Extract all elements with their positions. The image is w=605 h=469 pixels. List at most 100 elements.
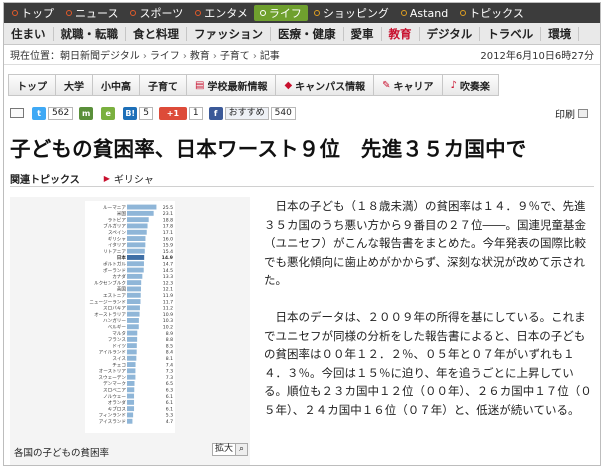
chart-category-label: アイスランド (99, 419, 126, 425)
global-nav-item[interactable]: ニュース (60, 5, 124, 21)
section-tab[interactable]: トップ (8, 74, 56, 96)
chart-category-label: スロベニア (103, 388, 126, 394)
breadcrumb-item[interactable]: ライフ (150, 51, 180, 62)
chart-value-label: 17.1 (163, 230, 173, 236)
sub-nav-item[interactable]: 医療・健康 (271, 26, 344, 41)
sub-nav-item[interactable]: 教育 (382, 26, 420, 41)
related-topics: 関連トピックス ▶ ギリシャ (10, 170, 594, 187)
chart-bar (127, 374, 136, 380)
twitter-button[interactable]: t 562 (32, 106, 74, 120)
section-tab[interactable]: ✎ キャリア (374, 74, 443, 96)
section-tabs: トップ 大学 小中高 子育て ▤ 学校最新情報 ◆ キャンパス情報 ✎ キャリア ♪ 吹奏楽 (4, 74, 600, 96)
hatena-button[interactable]: B! 5 (123, 106, 153, 120)
chart-value-label: 4.7 (166, 419, 173, 425)
chevron-right-icon: › (212, 51, 217, 62)
global-nav-item[interactable]: スポーツ (124, 5, 189, 21)
chart-value-label: 10.3 (163, 318, 173, 324)
section-tab-label: 吹奏楽 (459, 81, 490, 93)
global-nav-item[interactable]: トピックス (454, 5, 530, 21)
sub-nav-item[interactable]: 住まい (4, 26, 54, 41)
chart-bar (127, 305, 140, 311)
facebook-recommend-button[interactable]: f おすすめ 540 (208, 106, 296, 120)
sub-nav-item[interactable]: デジタル (420, 26, 481, 41)
chart-bar (127, 336, 138, 342)
chart-value-label: 8.1 (166, 356, 173, 362)
section-tab[interactable]: ♪ 吹奏楽 (442, 74, 499, 96)
circle-bullet-icon (130, 10, 137, 16)
print-button[interactable]: 印刷 (555, 106, 588, 121)
chart-value-label: 12.3 (163, 280, 173, 286)
gplus-icon: +1 (158, 106, 187, 120)
circle-bullet-icon (195, 10, 202, 16)
article-body: ルーマニア 25.5 米国 23.1 ラトビア 18.8 ブルガリア 17.8 スペイン 17.1… (4, 197, 600, 465)
chart-category-label: マルタ (112, 330, 126, 337)
chart-bar (127, 242, 146, 248)
chart-value-label: 6.1 (166, 406, 173, 412)
global-nav-item[interactable]: ライフ (253, 5, 308, 21)
chart-value-label: 5.3 (166, 413, 173, 419)
breadcrumb-item[interactable]: 朝日新聞デジタル (60, 51, 140, 62)
chart-category-label: デンマーク (103, 380, 126, 387)
chart-category-label: ブルガリア (103, 223, 126, 230)
chart-category-label: チェコ (112, 362, 126, 368)
sub-nav-item[interactable]: 環境 (541, 26, 580, 41)
section-tab-label: 学校最新情報 (207, 81, 268, 93)
section-tab-label: トップ (17, 81, 47, 93)
sub-nav-item[interactable]: 就職・転職 (54, 26, 126, 41)
mixi-button[interactable]: m (79, 106, 95, 120)
related-topic-link[interactable]: ギリシャ (114, 171, 154, 186)
breadcrumb-item[interactable]: 教育 (190, 51, 210, 62)
chart-value-label: 8.4 (166, 350, 173, 356)
chart-bar (127, 418, 133, 424)
sub-nav-item[interactable]: トラベル (480, 26, 542, 41)
global-nav-label: ニュース (75, 7, 119, 20)
mail-button[interactable] (10, 108, 26, 118)
chart-bar (127, 343, 137, 349)
global-nav-item[interactable]: トップ (6, 5, 60, 21)
chart-category-label: オーストリア (99, 369, 127, 375)
chart-category-label: ポルトガル (103, 261, 126, 268)
chart-bar (127, 318, 139, 323)
section-tab[interactable]: 子育て (140, 74, 187, 96)
zoom-button[interactable]: 拡大 ⌕ (211, 443, 248, 456)
global-nav-item[interactable]: エンタメ (189, 5, 254, 21)
chart-bar (127, 399, 135, 405)
breadcrumb-item[interactable]: 子育て (220, 51, 250, 62)
twitter-icon: t (32, 106, 46, 120)
gplus-button[interactable]: +1 1 (158, 106, 203, 120)
chart-value-label: 11.7 (163, 299, 173, 305)
chart-value-label: 6.3 (166, 388, 173, 394)
section-tab[interactable]: ▤ 学校最新情報 (187, 74, 277, 96)
sub-nav-item[interactable]: 愛車 (344, 26, 382, 41)
sub-nav-item[interactable]: 食と料理 (126, 26, 187, 41)
section-tab[interactable]: 小中高 (93, 74, 140, 96)
paragraph: 日本の子ども（１８歳未満）の貧困率は１４．９％で、先進３５カ国のうち悪い方から９… (264, 199, 586, 288)
chart-bar (127, 236, 146, 241)
global-nav-item[interactable]: ショッピング (308, 5, 395, 21)
breadcrumb-item: 記事 (259, 51, 280, 62)
gplus-count: 1 (188, 106, 203, 120)
breadcrumb: 現在位置： 朝日新聞デジタル › ライフ › 教育 › 子育て › 記事 2012年6月10日6… (4, 45, 600, 65)
circle-bullet-icon (259, 10, 266, 16)
evernote-button[interactable]: e (101, 106, 117, 120)
section-tab[interactable]: 大学 (56, 74, 93, 96)
chart-category-label: フィンランド (99, 413, 126, 419)
chart-bar (127, 261, 144, 267)
global-nav-item[interactable]: Astand (395, 5, 454, 21)
section-tab[interactable]: ◆ キャンパス情報 (276, 74, 375, 96)
chart-bar (127, 368, 136, 374)
poverty-rate-chart[interactable]: ルーマニア 25.5 米国 23.1 ラトビア 18.8 ブルガリア 17.8 スペイン 17.1… (85, 201, 175, 433)
chevron-right-icon: › (252, 51, 257, 62)
chart-category-label: オランダ (108, 399, 127, 406)
global-nav-label: トップ (21, 7, 54, 20)
chart-bar (127, 229, 147, 235)
chart-value-label: 23.1 (163, 211, 173, 217)
sub-nav-item[interactable]: ファッション (187, 26, 271, 41)
chart-value-label: 12.1 (163, 287, 173, 293)
paragraph: 日本のデータは、２００９年の所得を基にしている。これまでユニセフが同様の分析をし… (264, 309, 592, 417)
chart-bar (127, 355, 137, 361)
chart-bar (127, 362, 136, 367)
chart-category-label: エストニア (103, 293, 126, 299)
related-topics-label: 関連トピックス (10, 174, 80, 186)
pencil-icon: ✎ (382, 79, 391, 91)
